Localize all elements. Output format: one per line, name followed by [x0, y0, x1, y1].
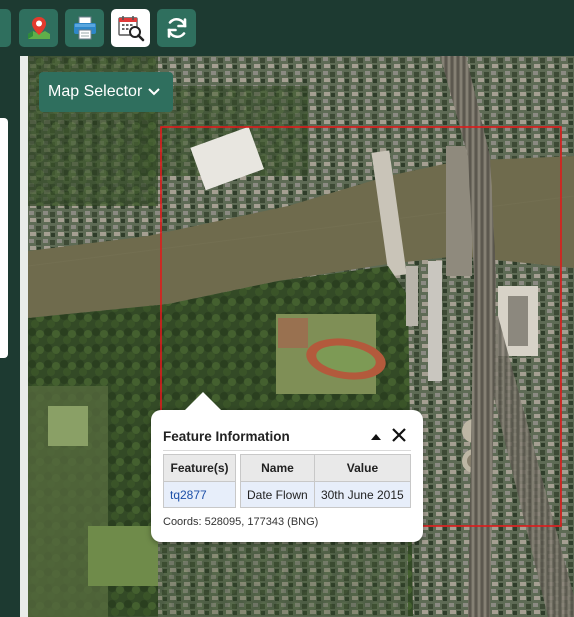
chevron-down-icon	[148, 83, 160, 101]
map-selector-label: Map Selector	[48, 83, 143, 100]
map-marker-icon	[26, 15, 52, 41]
attr-cell-name: Date Flown	[240, 481, 315, 508]
attr-header-name: Name	[240, 454, 315, 482]
divider	[163, 450, 411, 451]
refresh-icon	[165, 16, 189, 40]
calendar-search-icon	[117, 14, 145, 42]
refresh-button[interactable]	[157, 9, 196, 47]
left-panel-edge	[0, 118, 8, 358]
attr-cell-value: 30th June 2015	[313, 481, 412, 508]
collapse-caret-icon[interactable]	[369, 430, 383, 442]
features-table: Feature(s) tq2877	[163, 454, 236, 508]
popup-pointer	[185, 392, 221, 410]
map-selector-dropdown[interactable]: Map Selector	[39, 72, 173, 112]
top-toolbar	[0, 0, 574, 56]
coords-readout: Coords: 528095, 177343 (BNG)	[163, 516, 319, 528]
date-search-button[interactable]	[111, 9, 150, 47]
close-icon[interactable]	[391, 427, 407, 443]
attributes-table: Name Value Date Flown 30th June 2015	[240, 454, 412, 508]
popup-title: Feature Information	[163, 429, 290, 444]
feature-info-popup: Feature Information Feature(s) tq2877 Na…	[151, 392, 423, 542]
attr-header-value: Value	[313, 454, 412, 482]
feature-link[interactable]: tq2877	[163, 481, 236, 508]
features-header: Feature(s)	[163, 454, 236, 482]
printer-icon	[72, 16, 98, 40]
print-button[interactable]	[65, 9, 104, 47]
location-button[interactable]	[19, 9, 58, 47]
toolbar-button-partial[interactable]	[0, 9, 11, 47]
map-border	[20, 56, 28, 617]
